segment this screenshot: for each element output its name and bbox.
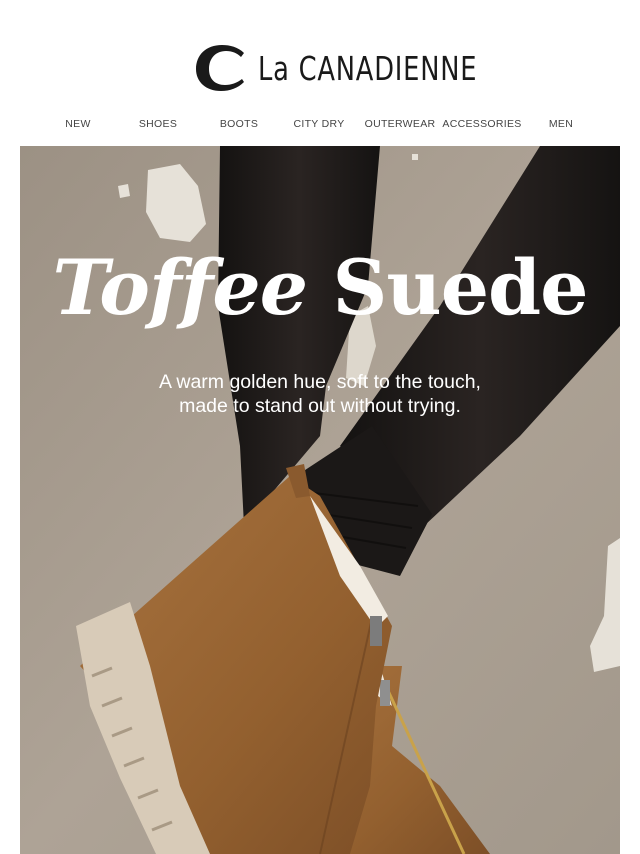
hero-headline: Toffee Suede <box>20 250 620 326</box>
nav-item-men[interactable]: MEN <box>549 118 573 130</box>
brand-logo-text: La CANADIENNE <box>258 48 478 88</box>
main-navigation: NEW SHOES BOOTS CITY DRY OUTERWEAR ACCES… <box>0 118 640 136</box>
hero-banner[interactable]: Toffee Suede A warm golden hue, soft to … <box>20 146 620 854</box>
hero-subline: A warm golden hue, soft to the touch, ma… <box>20 370 620 418</box>
nav-item-city-dry[interactable]: CITY DRY <box>293 118 344 130</box>
hero-headline-italic: Toffee <box>52 243 308 332</box>
logo-c-mark-icon <box>196 45 244 91</box>
nav-item-shoes[interactable]: SHOES <box>139 118 177 130</box>
email-header: La CANADIENNE <box>0 0 640 112</box>
nav-item-new[interactable]: NEW <box>65 118 90 130</box>
hero-subline-line-1: A warm golden hue, soft to the touch, <box>159 371 481 393</box>
hero-headline-regular: Suede <box>332 243 589 332</box>
nav-item-boots[interactable]: BOOTS <box>220 118 258 130</box>
hero-subline-line-2: made to stand out without trying. <box>179 395 461 417</box>
nav-item-outerwear[interactable]: OUTERWEAR <box>365 118 436 130</box>
brand-logo[interactable]: La CANADIENNE <box>196 44 539 92</box>
nav-item-accessories[interactable]: ACCESSORIES <box>442 118 521 130</box>
